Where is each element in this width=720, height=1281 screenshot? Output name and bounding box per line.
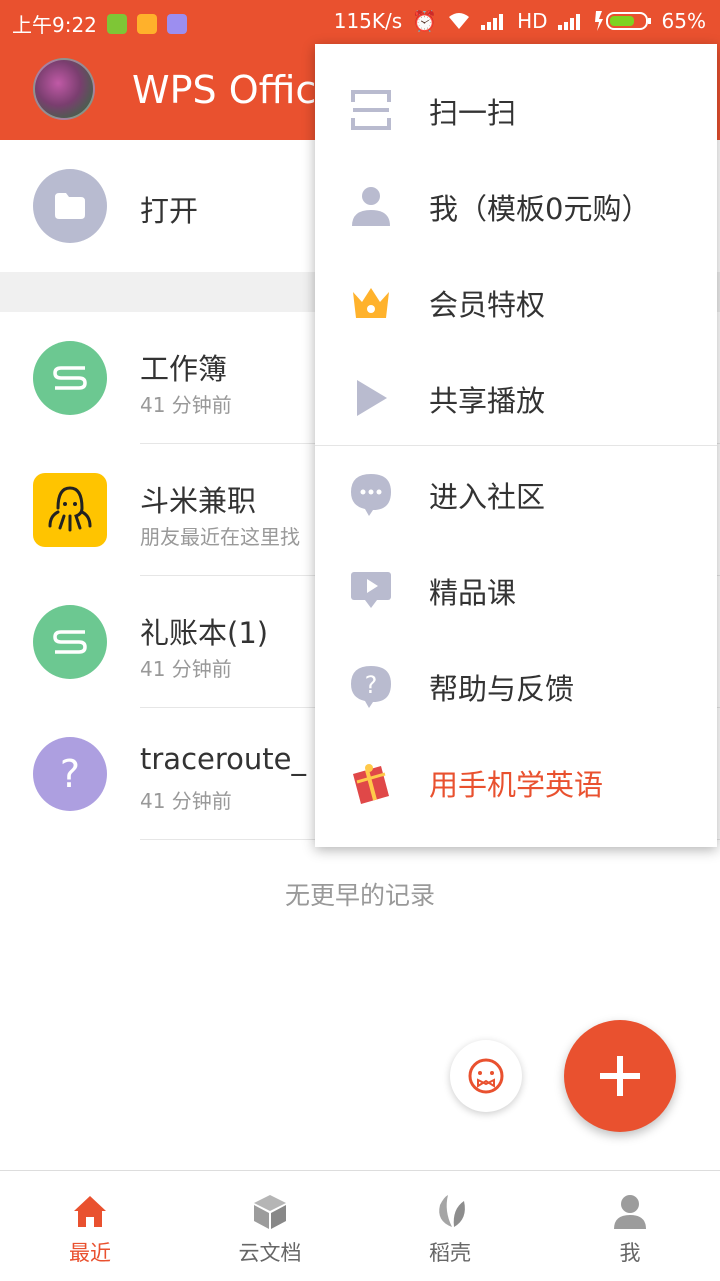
menu-label: 扫一扫 — [429, 96, 517, 130]
menu-label: 会员特权 — [429, 288, 546, 322]
nav-recent[interactable]: 最近 — [0, 1171, 180, 1281]
cube-icon — [254, 1195, 286, 1229]
network-speed: 115K/s — [333, 9, 403, 33]
person-icon — [352, 187, 390, 226]
hd-label: HD — [517, 9, 548, 33]
no-more-records: 无更早的记录 — [284, 881, 435, 910]
avatar[interactable] — [33, 58, 95, 120]
notification-app-icon — [136, 13, 157, 34]
menu-label: 我（模板0元购） — [429, 192, 651, 226]
create-button[interactable] — [564, 1020, 676, 1132]
item-subtitle: 41 分钟前 — [140, 393, 232, 417]
app-title: WPS Office — [132, 68, 340, 112]
scan-icon — [351, 90, 391, 130]
question-icon: ? — [33, 737, 107, 811]
open-label: 打开 — [140, 194, 199, 228]
octopus-icon — [33, 473, 107, 547]
battery-percent: 65% — [661, 9, 706, 33]
menu-item-learn-english[interactable]: 用手机学英语 — [315, 734, 717, 830]
person-icon — [614, 1195, 646, 1229]
nav-label: 最近 — [69, 1241, 111, 1265]
menu-label: 用手机学英语 — [429, 768, 604, 802]
item-subtitle: 朋友最近在这里找 — [140, 525, 300, 549]
bottom-nav: 最近 云文档 稻壳 我 — [0, 1170, 720, 1281]
crown-icon — [353, 288, 389, 318]
battery-icon — [594, 11, 651, 31]
menu-label: 帮助与反馈 — [429, 672, 575, 706]
menu-item-me[interactable]: 我（模板0元购） — [315, 158, 717, 254]
mascot-icon — [468, 1058, 504, 1094]
video-course-icon — [351, 572, 391, 608]
chat-icon — [351, 474, 391, 516]
nav-me[interactable]: 我 — [540, 1171, 720, 1281]
nav-cloud-docs[interactable]: 云文档 — [180, 1171, 360, 1281]
help-icon: ? — [351, 666, 391, 708]
nav-label: 稻壳 — [429, 1241, 471, 1265]
gift-icon — [353, 764, 389, 804]
item-subtitle: 41 分钟前 — [140, 657, 232, 681]
plus-icon — [600, 1056, 640, 1096]
assistant-button[interactable] — [450, 1040, 522, 1112]
signal-icon-2 — [557, 14, 580, 30]
leaf-icon — [439, 1195, 465, 1227]
item-title: traceroute_ — [140, 742, 306, 776]
menu-label: 共享播放 — [429, 384, 546, 418]
wifi-icon — [449, 13, 470, 29]
nav-label: 云文档 — [238, 1241, 302, 1265]
home-icon — [74, 1196, 106, 1227]
menu-label: 精品课 — [429, 576, 517, 610]
signal-icon — [481, 14, 504, 30]
status-time: 上午9:22 — [12, 13, 97, 37]
nav-label: 我 — [619, 1241, 641, 1265]
menu-label: 进入社区 — [429, 480, 546, 514]
status-bar: 上午9:22 115K/s ⏰ HD 65% — [0, 0, 720, 42]
svg-text:?: ? — [365, 671, 378, 699]
sheet-icon — [33, 341, 107, 415]
menu-item-help[interactable]: ? 帮助与反馈 — [315, 638, 717, 734]
menu-item-vip[interactable]: 会员特权 — [315, 254, 717, 350]
play-icon — [357, 380, 387, 416]
nav-docer[interactable]: 稻壳 — [360, 1171, 540, 1281]
menu-item-share-play[interactable]: 共享播放 — [315, 350, 717, 446]
item-title: 工作簿 — [140, 352, 228, 386]
notification-app-icon-2 — [166, 13, 187, 34]
menu-item-courses[interactable]: 精品课 — [315, 542, 717, 638]
item-subtitle: 41 分钟前 — [140, 789, 232, 813]
menu-item-community[interactable]: 进入社区 — [315, 446, 717, 542]
battery-app-icon — [106, 13, 127, 34]
menu-item-scan[interactable]: 扫一扫 — [315, 62, 717, 158]
item-title: 礼账本(1) — [140, 616, 269, 650]
sheet-icon — [33, 605, 107, 679]
overflow-menu: 扫一扫 我（模板0元购） 会员特权 共享播放 进入社区 精品课 ? 帮助与反馈 … — [315, 44, 717, 847]
item-title: 斗米兼职 — [140, 484, 257, 518]
alarm-icon: ⏰ — [412, 9, 438, 33]
folder-icon — [33, 169, 107, 243]
